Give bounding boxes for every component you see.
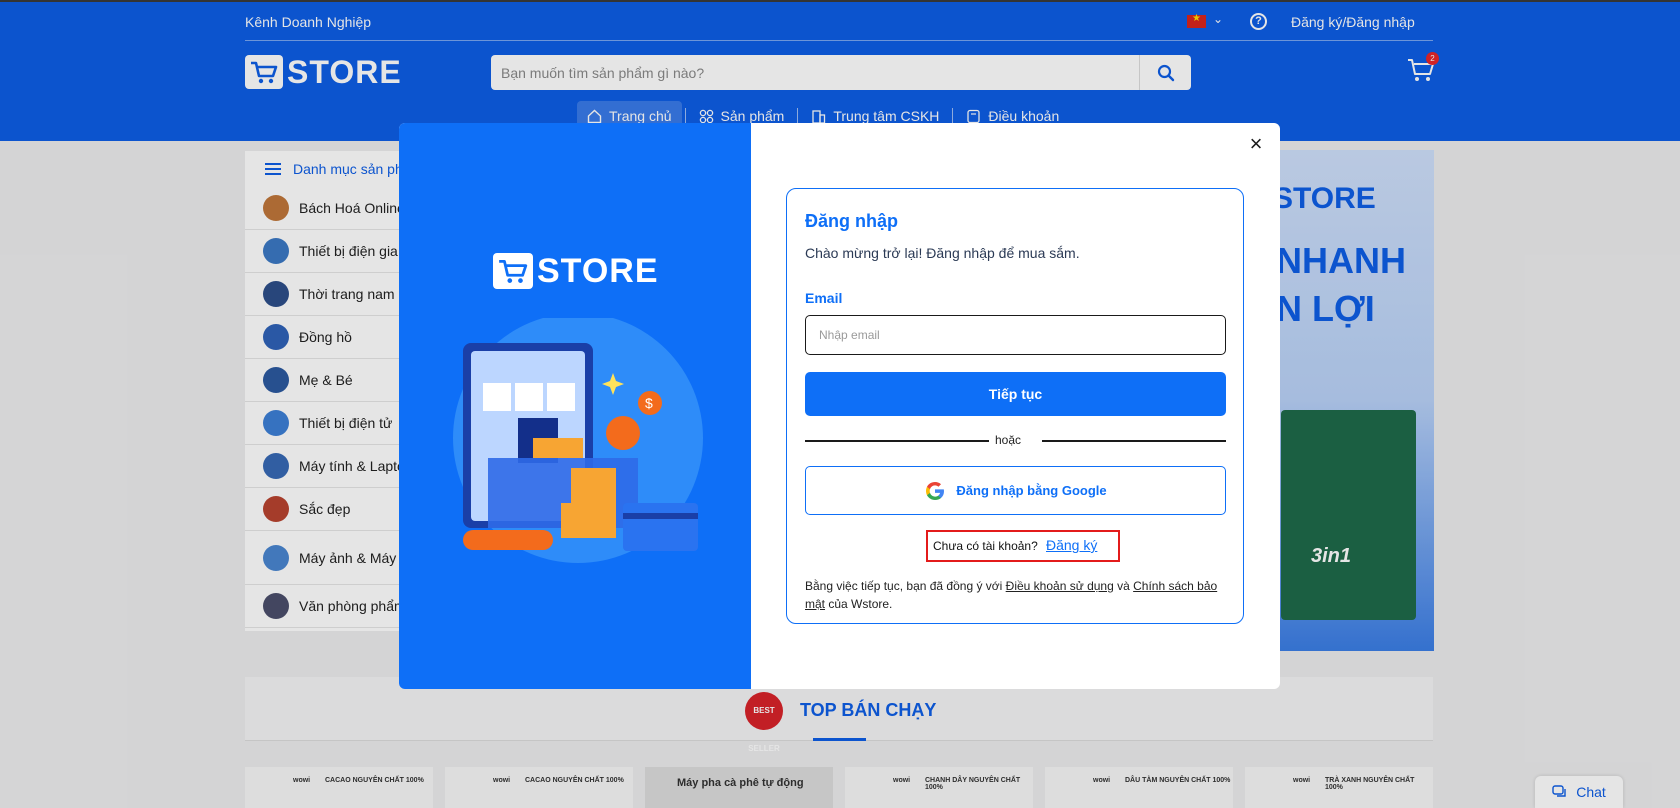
email-field[interactable] [805, 315, 1226, 355]
google-login-label: Đăng nhập bằng Google [956, 483, 1107, 498]
modal-logo-text: STORE [537, 252, 659, 290]
login-form-card: Đăng nhập Chào mừng trở lại! Đăng nhập đ… [786, 188, 1244, 624]
close-icon[interactable]: × [1245, 133, 1267, 156]
cart-logo-icon [493, 253, 533, 289]
signup-link[interactable]: Đăng ký [1046, 537, 1097, 553]
svg-text:$: $ [645, 395, 653, 411]
modal-logo: STORE [493, 253, 659, 289]
google-login-button[interactable]: Đăng nhập bằng Google [805, 466, 1226, 515]
login-modal: STORE $ × Đăng nhập Chào mừng trở lại! Đ… [399, 123, 1280, 689]
divider-line [805, 440, 989, 442]
divider-line [1042, 440, 1226, 442]
or-label: hoặc [995, 433, 1022, 447]
signup-question: Chưa có tài khoản? [933, 539, 1038, 553]
terms-notice: Bằng việc tiếp tục, bạn đã đồng ý với Đi… [805, 577, 1226, 613]
terms-prefix: Bằng việc tiếp tục, bạn đã đồng ý với [805, 579, 1006, 593]
modal-illustration-panel: STORE $ [399, 123, 751, 689]
terms-suffix: của Wstore. [825, 597, 893, 611]
signup-prompt: Chưa có tài khoản? Đăng ký [926, 530, 1120, 562]
google-icon [926, 481, 945, 500]
email-label: Email [805, 290, 843, 306]
login-subtitle: Chào mừng trở lại! Đăng nhập để mua sắm. [805, 245, 1080, 261]
continue-button[interactable]: Tiếp tục [805, 372, 1226, 416]
terms-and: và [1113, 579, 1134, 593]
login-title: Đăng nhập [805, 211, 898, 231]
terms-of-use-link[interactable]: Điều khoản sử dụng [1006, 579, 1114, 593]
shopping-illustration-icon: $ [453, 318, 703, 563]
